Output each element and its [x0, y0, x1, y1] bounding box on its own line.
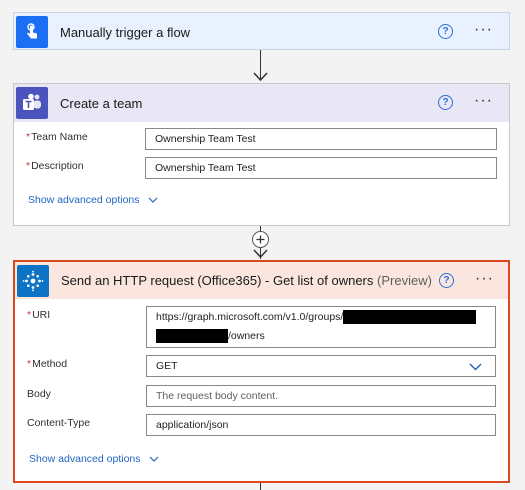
field-method: *Method GET	[27, 355, 496, 377]
help-icon[interactable]: ?	[438, 24, 453, 39]
more-options-icon[interactable]: ···	[475, 271, 494, 287]
advanced-options-label: Show advanced options	[28, 194, 140, 206]
redacted-group-id	[343, 310, 477, 325]
more-options-icon[interactable]: ···	[474, 22, 493, 38]
step-header[interactable]: Create a team ? ···	[14, 84, 509, 122]
field-label: *URI	[27, 309, 51, 321]
field-team-name: *Team Name Ownership Team Test	[26, 128, 497, 150]
step-card-create-team: Create a team ? ··· *Team Name Ownership…	[13, 83, 510, 226]
uri-suffix: /owners	[228, 330, 265, 342]
step-card-http-request: Send an HTTP request (Office365) - Get l…	[13, 260, 510, 483]
step-title: Manually trigger a flow	[60, 24, 191, 40]
field-label: *Team Name	[26, 131, 88, 143]
method-value: GET	[156, 360, 178, 372]
arrow-down-icon	[253, 72, 268, 82]
step-title: Create a team	[60, 95, 143, 111]
connector-line	[260, 483, 262, 490]
uri-prefix: https://graph.microsoft.com/v1.0/groups/	[156, 311, 344, 323]
help-icon[interactable]: ?	[439, 273, 454, 288]
chevron-down-icon	[148, 197, 157, 203]
teams-icon	[16, 87, 48, 119]
field-uri: *URI https://graph.microsoft.com/v1.0/gr…	[27, 306, 496, 348]
add-step-button[interactable]	[252, 231, 269, 248]
field-content-type: Content-Type application/json	[27, 414, 496, 436]
step-card-trigger[interactable]: Manually trigger a flow ? ···	[13, 12, 510, 50]
redacted-group-id-cont	[156, 329, 228, 344]
field-label: Content-Type	[27, 417, 91, 429]
help-icon[interactable]: ?	[438, 95, 453, 110]
step-header[interactable]: Send an HTTP request (Office365) - Get l…	[15, 262, 508, 299]
more-options-icon[interactable]: ···	[474, 93, 493, 109]
uri-input[interactable]: https://graph.microsoft.com/v1.0/groups/…	[146, 306, 496, 348]
office-graph-icon	[17, 264, 49, 297]
field-description: *Description Ownership Team Test	[26, 157, 497, 179]
body-input[interactable]: The request body content.	[146, 385, 496, 407]
show-advanced-options-link[interactable]: Show advanced options	[28, 194, 158, 206]
content-type-input[interactable]: application/json	[146, 414, 496, 436]
plus-icon	[256, 235, 265, 244]
step-title: Send an HTTP request (Office365) - Get l…	[61, 273, 432, 288]
touch-icon	[16, 16, 48, 48]
field-label: *Description	[26, 160, 84, 172]
chevron-down-icon	[149, 456, 158, 462]
field-label: *Method	[27, 358, 68, 370]
show-advanced-options-link[interactable]: Show advanced options	[29, 453, 159, 465]
field-body: Body The request body content.	[27, 385, 496, 407]
step-header[interactable]: Manually trigger a flow ? ···	[14, 13, 509, 51]
team-name-input[interactable]: Ownership Team Test	[145, 128, 497, 150]
field-label: Body	[27, 388, 51, 400]
method-select[interactable]: GET	[146, 355, 496, 377]
description-input[interactable]: Ownership Team Test	[145, 157, 497, 179]
advanced-options-label: Show advanced options	[29, 453, 141, 465]
chevron-down-icon	[469, 363, 482, 371]
arrow-down-icon	[253, 249, 268, 259]
